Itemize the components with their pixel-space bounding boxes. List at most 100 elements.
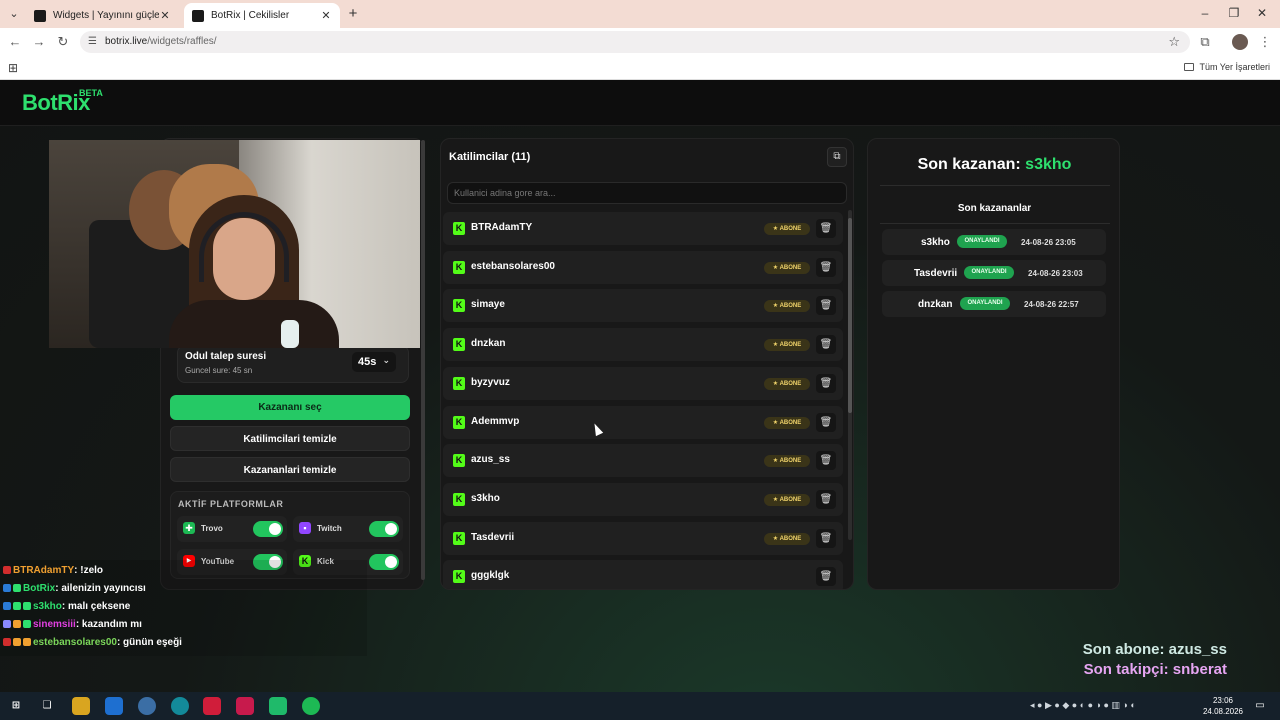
delete-icon[interactable]: 🗑 bbox=[816, 528, 836, 548]
scrollbar-thumb[interactable] bbox=[848, 218, 852, 413]
chrome-icon[interactable] bbox=[138, 697, 156, 715]
file-explorer-icon[interactable] bbox=[72, 697, 90, 715]
participant-row: Kazus_ss ★ ABONE 🗑 bbox=[443, 444, 843, 478]
url-text: botrix.live/widgets/raffles/ bbox=[105, 36, 217, 47]
minimize-icon[interactable]: – bbox=[1198, 6, 1212, 20]
browser-menu-icon[interactable]: ⋮ bbox=[1257, 34, 1273, 50]
delete-icon[interactable]: 🗑 bbox=[816, 567, 836, 587]
kick-icon: K bbox=[453, 415, 465, 429]
toggle-knob bbox=[269, 523, 281, 535]
all-bookmarks-button[interactable]: Tüm Yer İşaretleri bbox=[1184, 62, 1270, 72]
winner-name: Tasdevrii bbox=[914, 268, 958, 279]
kick-icon: K bbox=[453, 454, 465, 468]
subscriber-badge: ★ ABONE bbox=[764, 493, 810, 506]
participant-search-input[interactable] bbox=[447, 182, 847, 204]
winner-name: s3kho bbox=[921, 237, 950, 248]
chat-badge-icon bbox=[23, 602, 31, 610]
platform-trovo: ✚ Trovo bbox=[177, 516, 287, 542]
twitch-icon: ▪ bbox=[299, 522, 311, 534]
kick-icon: K bbox=[453, 492, 465, 506]
divider bbox=[880, 223, 1110, 224]
winner-date: 24-08-26 22:57 bbox=[1024, 300, 1079, 309]
pick-winner-button[interactable]: Kazananı seç bbox=[170, 395, 410, 420]
claim-time-value: 45s bbox=[358, 356, 377, 368]
subscriber-badge-label: ABONE bbox=[779, 342, 802, 349]
taskbar-clock[interactable]: 23:06 24.08.2026 bbox=[1200, 695, 1246, 717]
restore-icon[interactable]: ❐ bbox=[1227, 6, 1241, 20]
divider bbox=[880, 185, 1110, 186]
claim-time-select[interactable]: 45s ⌄ bbox=[352, 352, 396, 372]
tab-search-chevron-icon[interactable]: ⌄ bbox=[6, 6, 22, 22]
copy-icon[interactable]: ⧉ bbox=[827, 147, 847, 167]
participants-title: Katilimcilar (11) bbox=[449, 151, 531, 163]
clear-participants-button[interactable]: Katilimcilari temizle bbox=[170, 426, 410, 451]
chat-badge-icon bbox=[13, 638, 21, 646]
participant-name: BTRAdamTY bbox=[471, 222, 533, 233]
chat-badge-icon bbox=[23, 620, 31, 628]
chat-badge-icon bbox=[3, 584, 11, 592]
webcam-cup bbox=[281, 320, 299, 348]
back-arrow-icon[interactable]: ← bbox=[7, 34, 23, 50]
winner-date: 24-08-26 23:05 bbox=[1021, 238, 1076, 247]
webcam-person-body bbox=[169, 300, 339, 348]
clock-time: 23:06 bbox=[1212, 696, 1234, 705]
url-domain: botrix.live bbox=[105, 36, 148, 47]
app-green-icon[interactable] bbox=[269, 697, 287, 715]
address-bar[interactable]: ☰ botrix.live/widgets/raffles/ ☆ bbox=[80, 31, 1190, 53]
new-tab-plus-icon[interactable]: + bbox=[345, 5, 361, 22]
reload-icon[interactable]: ↻ bbox=[55, 34, 71, 50]
chat-text: : ailenizin yayıncısı bbox=[55, 582, 146, 594]
subscriber-badge: ★ ABONE bbox=[764, 223, 810, 235]
participants-scrollbar[interactable] bbox=[848, 210, 852, 540]
tab-close-icon[interactable]: ✕ bbox=[320, 9, 332, 22]
chat-badge-icon bbox=[3, 566, 11, 574]
delete-icon[interactable]: 🗑 bbox=[816, 296, 836, 316]
all-bookmarks-label: Tüm Yer İşaretleri bbox=[1199, 62, 1270, 72]
extensions-icon[interactable]: ⧉ bbox=[1197, 34, 1213, 50]
outlook-icon[interactable] bbox=[105, 697, 123, 715]
settings-scrollbar[interactable] bbox=[421, 140, 425, 580]
windows-start-icon[interactable]: ⊞ bbox=[7, 697, 25, 715]
twitch-toggle[interactable] bbox=[369, 521, 399, 537]
edge-icon[interactable] bbox=[171, 697, 189, 715]
forward-arrow-icon[interactable]: → bbox=[31, 34, 47, 50]
participant-row: Kestebansolares00 ★ ABONE 🗑 bbox=[443, 250, 843, 284]
participants-list: K BTRAdamTY ★ ABONE 🗑 Kestebansolares00 ★ ABO… bbox=[443, 212, 843, 589]
participant-row: K Ademmvp ★ ABONE 🗑 bbox=[443, 405, 843, 439]
delete-icon[interactable]: 🗑 bbox=[816, 489, 836, 509]
tray-icons[interactable]: ◂ ● ▶ ● ◆ ● ◐ ● ◑ ● ▥ ◑ ◐ bbox=[1030, 700, 1136, 711]
window-close-icon[interactable]: ✕ bbox=[1255, 6, 1269, 20]
delete-icon[interactable]: 🗑 bbox=[816, 219, 836, 238]
chat-text: : günün eşeği bbox=[116, 636, 182, 648]
tab-favicon-icon bbox=[34, 9, 46, 22]
kick-toggle[interactable] bbox=[369, 554, 399, 570]
browser-tab-botrix[interactable]: BotRix | Cekilisler ✕ bbox=[184, 3, 340, 28]
chat-message: sinemsiii : kazandım mı bbox=[3, 616, 142, 632]
tab-close-icon[interactable]: ✕ bbox=[159, 9, 171, 22]
spotify-icon[interactable] bbox=[302, 697, 320, 715]
delete-icon[interactable]: 🗑 bbox=[816, 335, 836, 355]
app-vivaldi-icon[interactable] bbox=[236, 697, 254, 715]
clear-winners-button[interactable]: Kazananlari temizle bbox=[170, 457, 410, 482]
participant-name: gggklgk bbox=[471, 570, 510, 582]
task-view-icon[interactable]: ❏ bbox=[38, 697, 56, 715]
subscriber-badge-label: ABONE bbox=[779, 419, 802, 426]
chat-username: sinemsiii bbox=[33, 618, 76, 630]
participant-name: azus_ss bbox=[471, 454, 510, 466]
participants-panel: Katilimcilar (11) ⧉ KBTRAdamTY★ ABONE🗑Ke… bbox=[440, 138, 854, 590]
last-winner-label: Son kazanan: bbox=[917, 156, 1021, 173]
delete-icon[interactable]: 🗑 bbox=[816, 257, 836, 277]
delete-icon[interactable]: 🗑 bbox=[816, 373, 836, 393]
tab-title: BotRix | Cekilisler bbox=[211, 10, 290, 21]
app-red-icon[interactable] bbox=[203, 697, 221, 715]
browser-tab-widgets[interactable]: Widgets | Yayınını güçlendirmek ✕ bbox=[26, 3, 179, 28]
delete-icon[interactable]: 🗑 bbox=[816, 451, 836, 471]
site-info-icon[interactable]: ☰ bbox=[88, 36, 97, 47]
profile-avatar[interactable] bbox=[1232, 34, 1248, 50]
apps-grid-icon[interactable]: ⊞ bbox=[8, 61, 18, 75]
notifications-icon[interactable]: ▭ bbox=[1251, 697, 1269, 715]
trovo-toggle[interactable] bbox=[253, 521, 283, 537]
confirmed-badge: ONAYLANDI bbox=[957, 235, 1007, 248]
delete-icon[interactable]: 🗑 bbox=[816, 412, 836, 432]
bookmark-star-icon[interactable]: ☆ bbox=[1168, 34, 1180, 50]
